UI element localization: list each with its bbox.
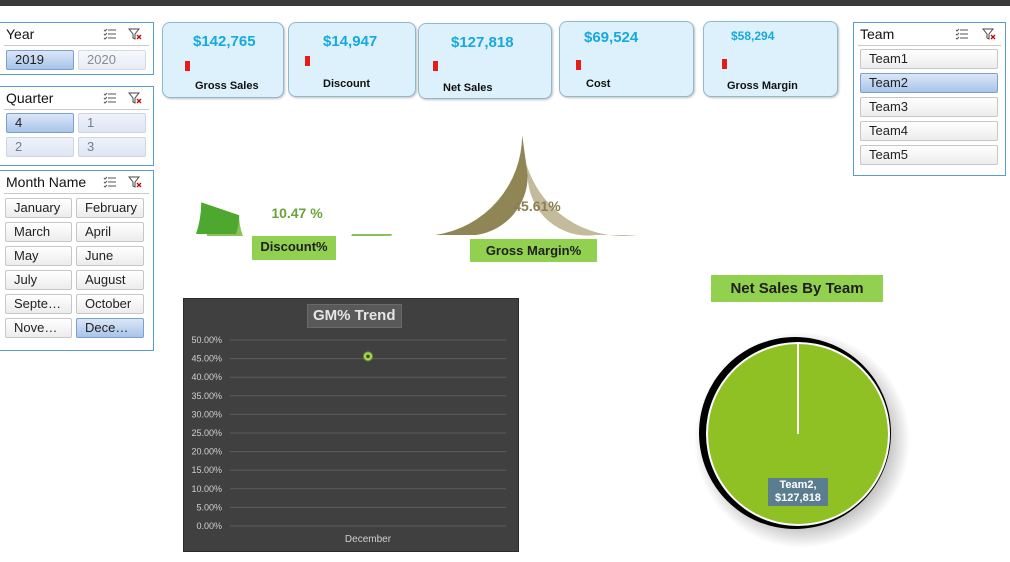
y-tick-label: 15.00% [191,465,222,475]
month-item[interactable]: February [76,198,144,218]
y-tick-label: 30.00% [191,409,222,419]
month-item[interactable]: August [76,270,144,290]
month-item[interactable]: May [5,246,72,266]
team-item[interactable]: Team4 [860,121,998,141]
slicer-title: Month Name [6,174,87,190]
slicer-title: Team [860,26,895,42]
kpi-indicator [185,61,190,71]
kpi-label: Gross Sales [195,80,259,92]
y-tick-label: 25.00% [191,428,222,438]
gross-margin-gauge [435,134,637,236]
slicer-title: Year [6,26,35,42]
clear-filter-icon[interactable] [128,28,142,40]
y-tick-label: 5.00% [196,502,222,512]
team-item[interactable]: Team1 [860,49,998,69]
kpi-indicator [722,59,727,69]
gross-margin-gauge-value: 45.61% [513,198,561,214]
year-item[interactable]: 2020 [78,50,146,70]
slicer-title: Quarter [6,90,54,106]
month-item[interactable]: October [76,294,144,314]
pie-data-label: Team2, $127,818 [768,478,828,506]
kpi-card-gross-margin: $58,294 Gross Margin [703,21,838,97]
team-item[interactable]: Team5 [860,145,998,165]
year-slicer: Year 2019 2020 [0,22,154,75]
clear-filter-icon[interactable] [128,176,142,188]
kpi-value: $127,818 [451,34,514,51]
multi-select-icon[interactable] [103,28,117,40]
month-item[interactable]: July [5,270,72,290]
y-tick-label: 20.00% [191,447,222,457]
team-item[interactable]: Team3 [860,97,998,117]
month-item[interactable]: March [5,222,72,242]
kpi-card-cost: $69,524 Cost [559,21,694,97]
net-sales-pie [694,332,910,548]
month-item[interactable]: January [5,198,72,218]
x-tick-label: December [345,534,392,545]
multi-select-icon[interactable] [103,92,117,104]
kpi-value: $14,947 [323,33,378,50]
divider [4,45,149,46]
kpi-value: $69,524 [584,29,639,46]
month-slicer: Month Name January February March April … [0,170,154,351]
discount-gauge-value: 10.47 % [271,205,323,221]
kpi-card-gross-sales: $142,765 Gross Sales [162,22,284,98]
quarter-item[interactable]: 4 [6,113,74,133]
gross-margin-gauge-label: Gross Margin% [470,239,597,262]
quarter-item[interactable]: 2 [6,137,74,157]
clear-filter-icon[interactable] [982,28,996,40]
kpi-indicator [576,60,581,70]
gm-trend-chart: GM% Trend 50.00% 45.00% 40.00% 35.00% 30.00%… [183,298,519,552]
divider [4,193,149,194]
y-tick-label: 45.00% [191,354,222,364]
y-tick-label: 35.00% [191,391,222,401]
net-sales-by-team-title: Net Sales By Team [711,275,883,302]
kpi-value: $142,765 [193,33,256,50]
kpi-indicator [305,56,310,66]
kpi-card-net-sales: $127,818 Net Sales [418,23,552,99]
team-item[interactable]: Team2 [860,73,998,93]
divider [4,109,149,110]
y-tick-label: 10.00% [191,484,222,494]
y-tick-label: 0.00% [196,521,222,531]
y-tick-label: 50.00% [191,335,222,345]
kpi-label: Net Sales [443,82,493,94]
quarter-slicer: Quarter 4 1 2 3 [0,86,154,166]
team-slicer: Team Team1 Team2 Team3 Team4 Team5 [853,22,1006,176]
kpi-label: Cost [586,78,611,90]
month-item[interactable]: Septe… [5,294,72,314]
y-tick-label: 40.00% [191,372,222,382]
year-item[interactable]: 2019 [6,50,74,70]
kpi-value: $58,294 [731,29,775,43]
month-item[interactable]: Nove… [5,318,72,338]
quarter-item[interactable]: 1 [78,113,146,133]
clear-filter-icon[interactable] [128,92,142,104]
window-top-bar [0,0,1010,6]
kpi-card-discount: $14,947 Discount [288,22,416,97]
gauge-fill-arc [196,202,240,234]
divider [858,45,1001,46]
month-item[interactable]: June [76,246,144,266]
multi-select-icon[interactable] [955,28,969,40]
gauge-rest-arc [522,134,637,236]
gm-trend-plot: 50.00% 45.00% 40.00% 35.00% 30.00% 25.00% 20.0… [191,335,506,545]
kpi-label: Discount [323,78,371,90]
multi-select-icon[interactable] [103,176,117,188]
gauge-fill-arc [435,134,528,235]
kpi-indicator [433,61,438,71]
discount-gauge-label: Discount% [252,236,336,260]
month-item[interactable]: April [76,222,144,242]
kpi-label: Gross Margin [727,80,798,92]
quarter-item[interactable]: 3 [78,137,146,157]
month-item[interactable]: Dece… [76,318,144,338]
data-point-center [366,354,370,359]
